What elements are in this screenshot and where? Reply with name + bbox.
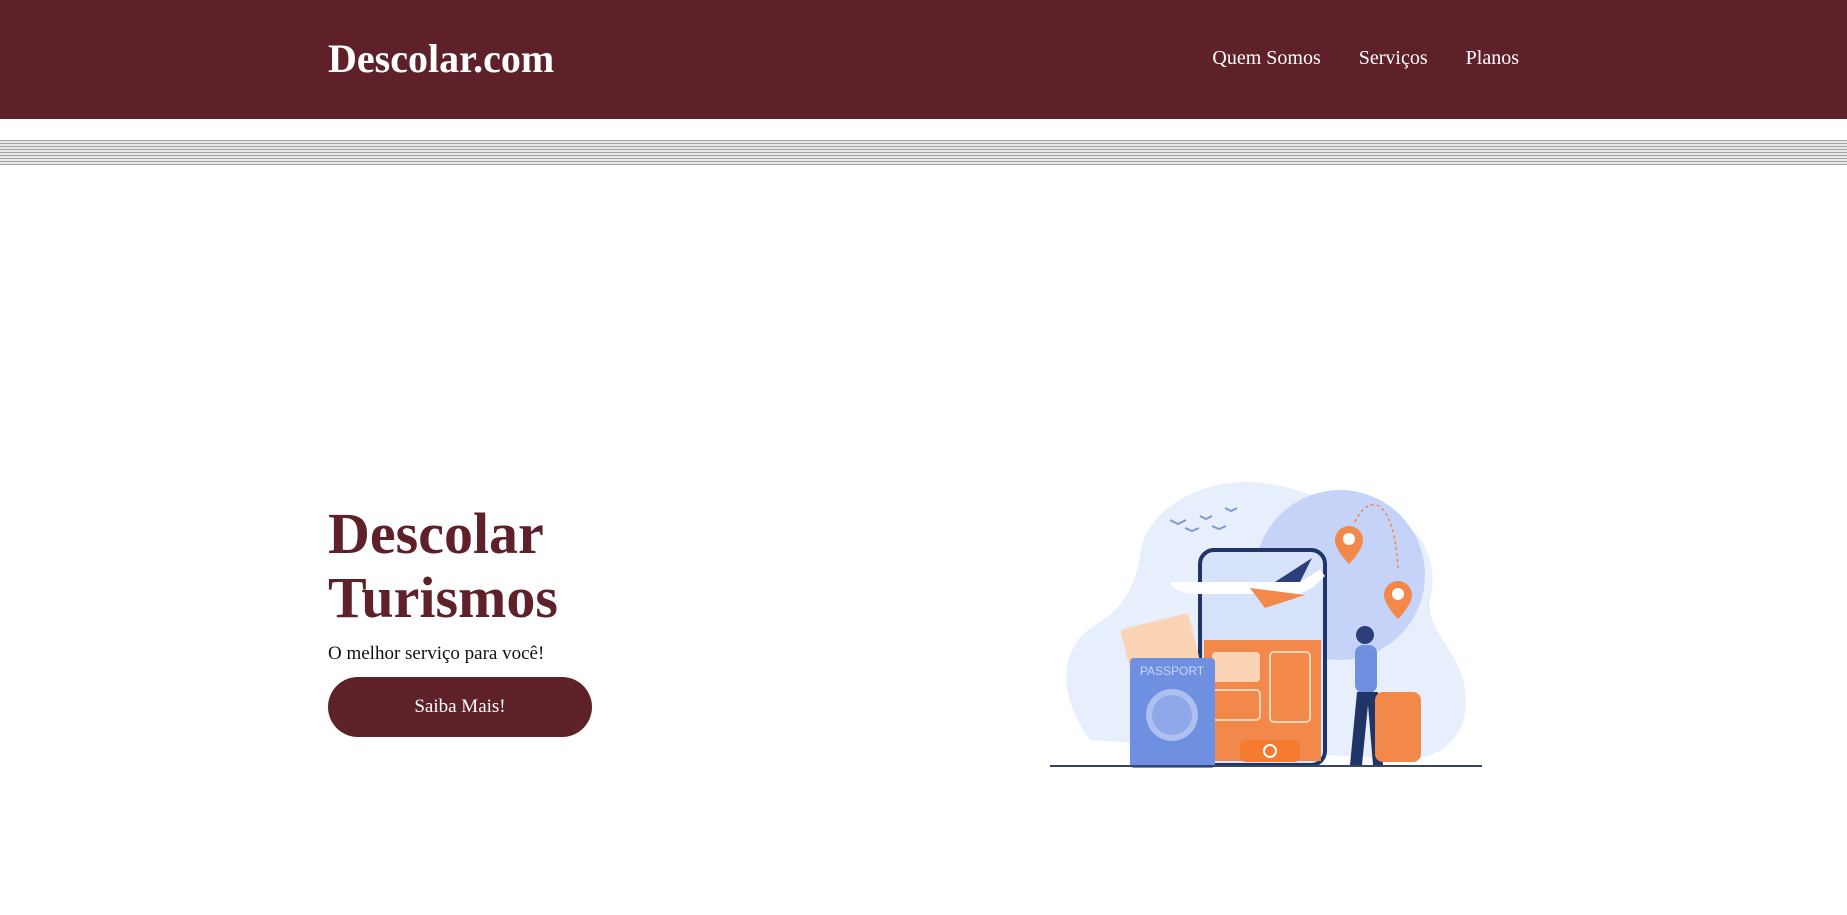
nav-menu: Quem Somos Serviços Planos (1212, 46, 1519, 70)
navbar: Descolar.com Quem Somos Serviços Planos (0, 0, 1847, 119)
travel-illustration: PASSPORT (1050, 481, 1482, 768)
hero-title: Descolar Turismos (328, 501, 558, 630)
nav-link-servicos[interactable]: Serviços (1359, 46, 1428, 70)
person-body (1355, 645, 1377, 693)
nav-link-quem-somos[interactable]: Quem Somos (1212, 46, 1320, 70)
saiba-mais-button[interactable]: Saiba Mais! (328, 677, 592, 737)
decorative-stripes (0, 140, 1847, 165)
nav-link-planos[interactable]: Planos (1466, 46, 1519, 70)
confirm-pill (1240, 740, 1300, 762)
person-head (1356, 626, 1374, 644)
site-logo[interactable]: Descolar.com (328, 34, 554, 84)
suitcase-icon (1375, 692, 1421, 762)
hero-subtitle: O melhor serviço para você! (328, 643, 545, 664)
passport-label: PASSPORT (1140, 664, 1205, 678)
